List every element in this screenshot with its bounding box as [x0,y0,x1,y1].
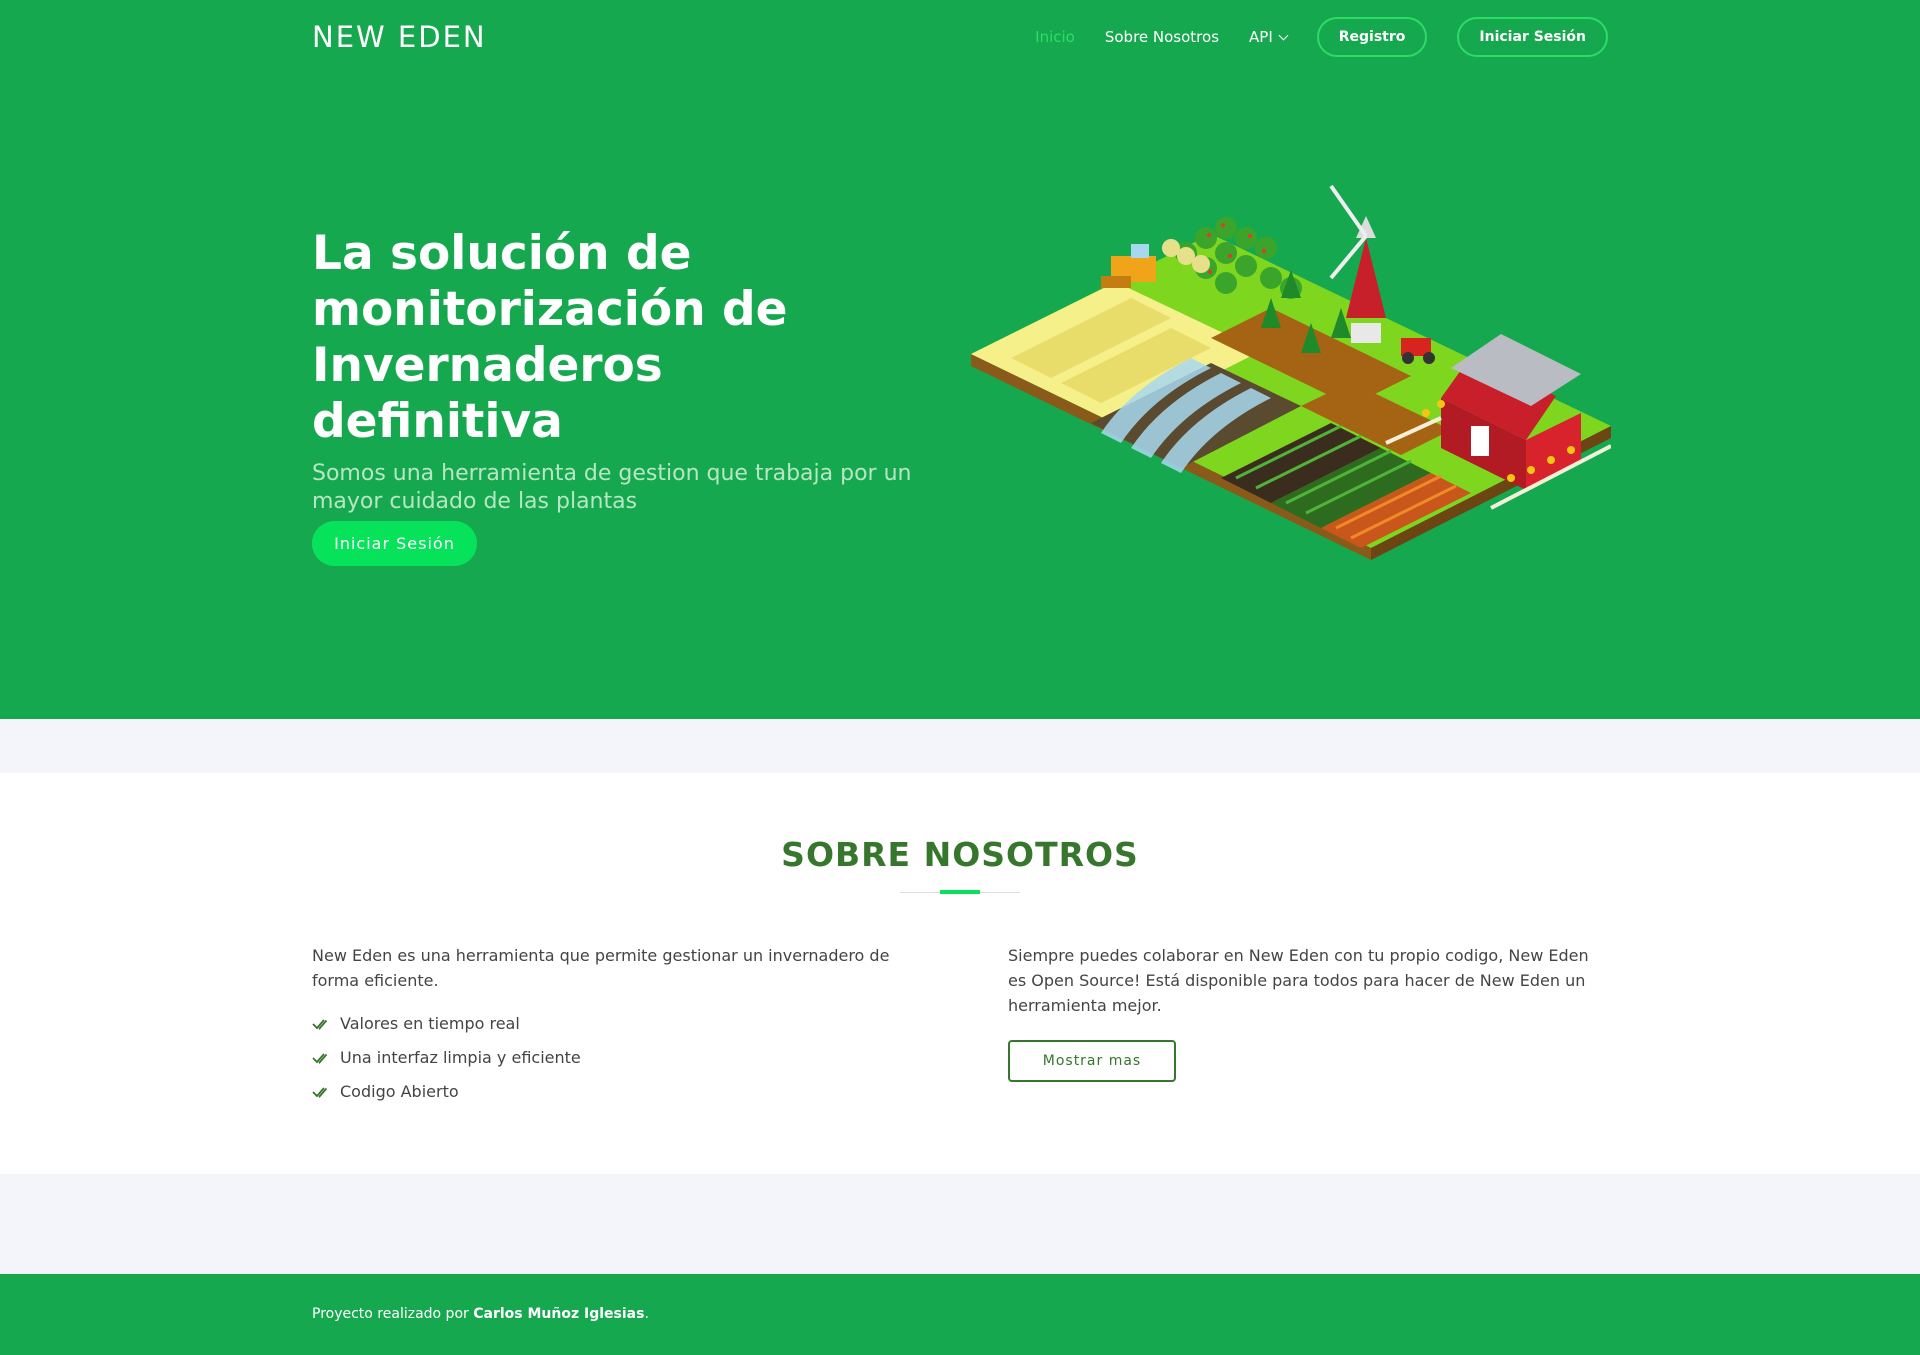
double-check-icon [312,1053,328,1064]
footer-prefix: Proyecto realizado por [312,1306,469,1322]
nav-api-label: API [1249,28,1273,46]
feature-item: Una interfaz limpia y eficiente [312,1041,912,1075]
nav-links: Inicio Sobre Nosotros API Registro Inici… [1005,17,1608,57]
feature-item: Codigo Abierto [312,1075,912,1109]
hero-section: NEW EDEN Inicio Sobre Nosotros API Regis… [0,0,1920,719]
separator-band-bottom [0,1174,1920,1274]
feature-label: Valores en tiempo real [340,1014,520,1033]
double-check-icon [312,1019,328,1030]
top-navbar: NEW EDEN Inicio Sobre Nosotros API Regis… [312,0,1608,74]
about-section: SOBRE NOSOTROS New Eden es una herramien… [0,773,1920,1174]
feature-label: Codigo Abierto [340,1082,459,1101]
about-left-text: New Eden es una herramienta que permite … [312,946,890,990]
feature-list: Valores en tiempo real Una interfaz limp… [312,1007,912,1109]
footer-credit: Proyecto realizado por Carlos Muñoz Igle… [312,1274,1608,1322]
show-more-button[interactable]: Mostrar mas [1008,1040,1176,1082]
about-left-column: New Eden es una herramienta que permite … [312,943,912,1109]
nav-sobre-nosotros-link[interactable]: Sobre Nosotros [1105,28,1219,46]
footer-author: Carlos Muñoz Iglesias [473,1306,645,1322]
hero-login-button[interactable]: Iniciar Sesión [312,521,477,566]
about-right-text: Siempre puedes colaborar en New Eden con… [1008,946,1589,1015]
login-nav-button[interactable]: Iniciar Sesión [1457,17,1608,57]
register-button[interactable]: Registro [1316,17,1428,57]
farm-illustration [971,184,1611,560]
brand-logo[interactable]: NEW EDEN [312,20,487,54]
feature-item: Valores en tiempo real [312,1007,912,1041]
title-underline [900,890,1020,894]
footer-suffix: . [644,1306,649,1322]
nav-inicio-link[interactable]: Inicio [1035,28,1075,46]
feature-label: Una interfaz limpia y eficiente [340,1048,581,1067]
hero-title: La solución de monitorización de Inverna… [312,226,788,449]
hero-subtitle: Somos una herramienta de gestion que tra… [312,461,912,514]
footer: Proyecto realizado por Carlos Muñoz Igle… [0,1274,1920,1355]
nav-api-dropdown[interactable]: API [1249,28,1289,46]
about-title: SOBRE NOSOTROS [781,835,1139,874]
double-check-icon [312,1087,328,1098]
about-right-column: Siempre puedes colaborar en New Eden con… [1008,943,1608,1109]
chevron-down-icon [1278,30,1289,40]
separator-band-top [0,719,1920,773]
